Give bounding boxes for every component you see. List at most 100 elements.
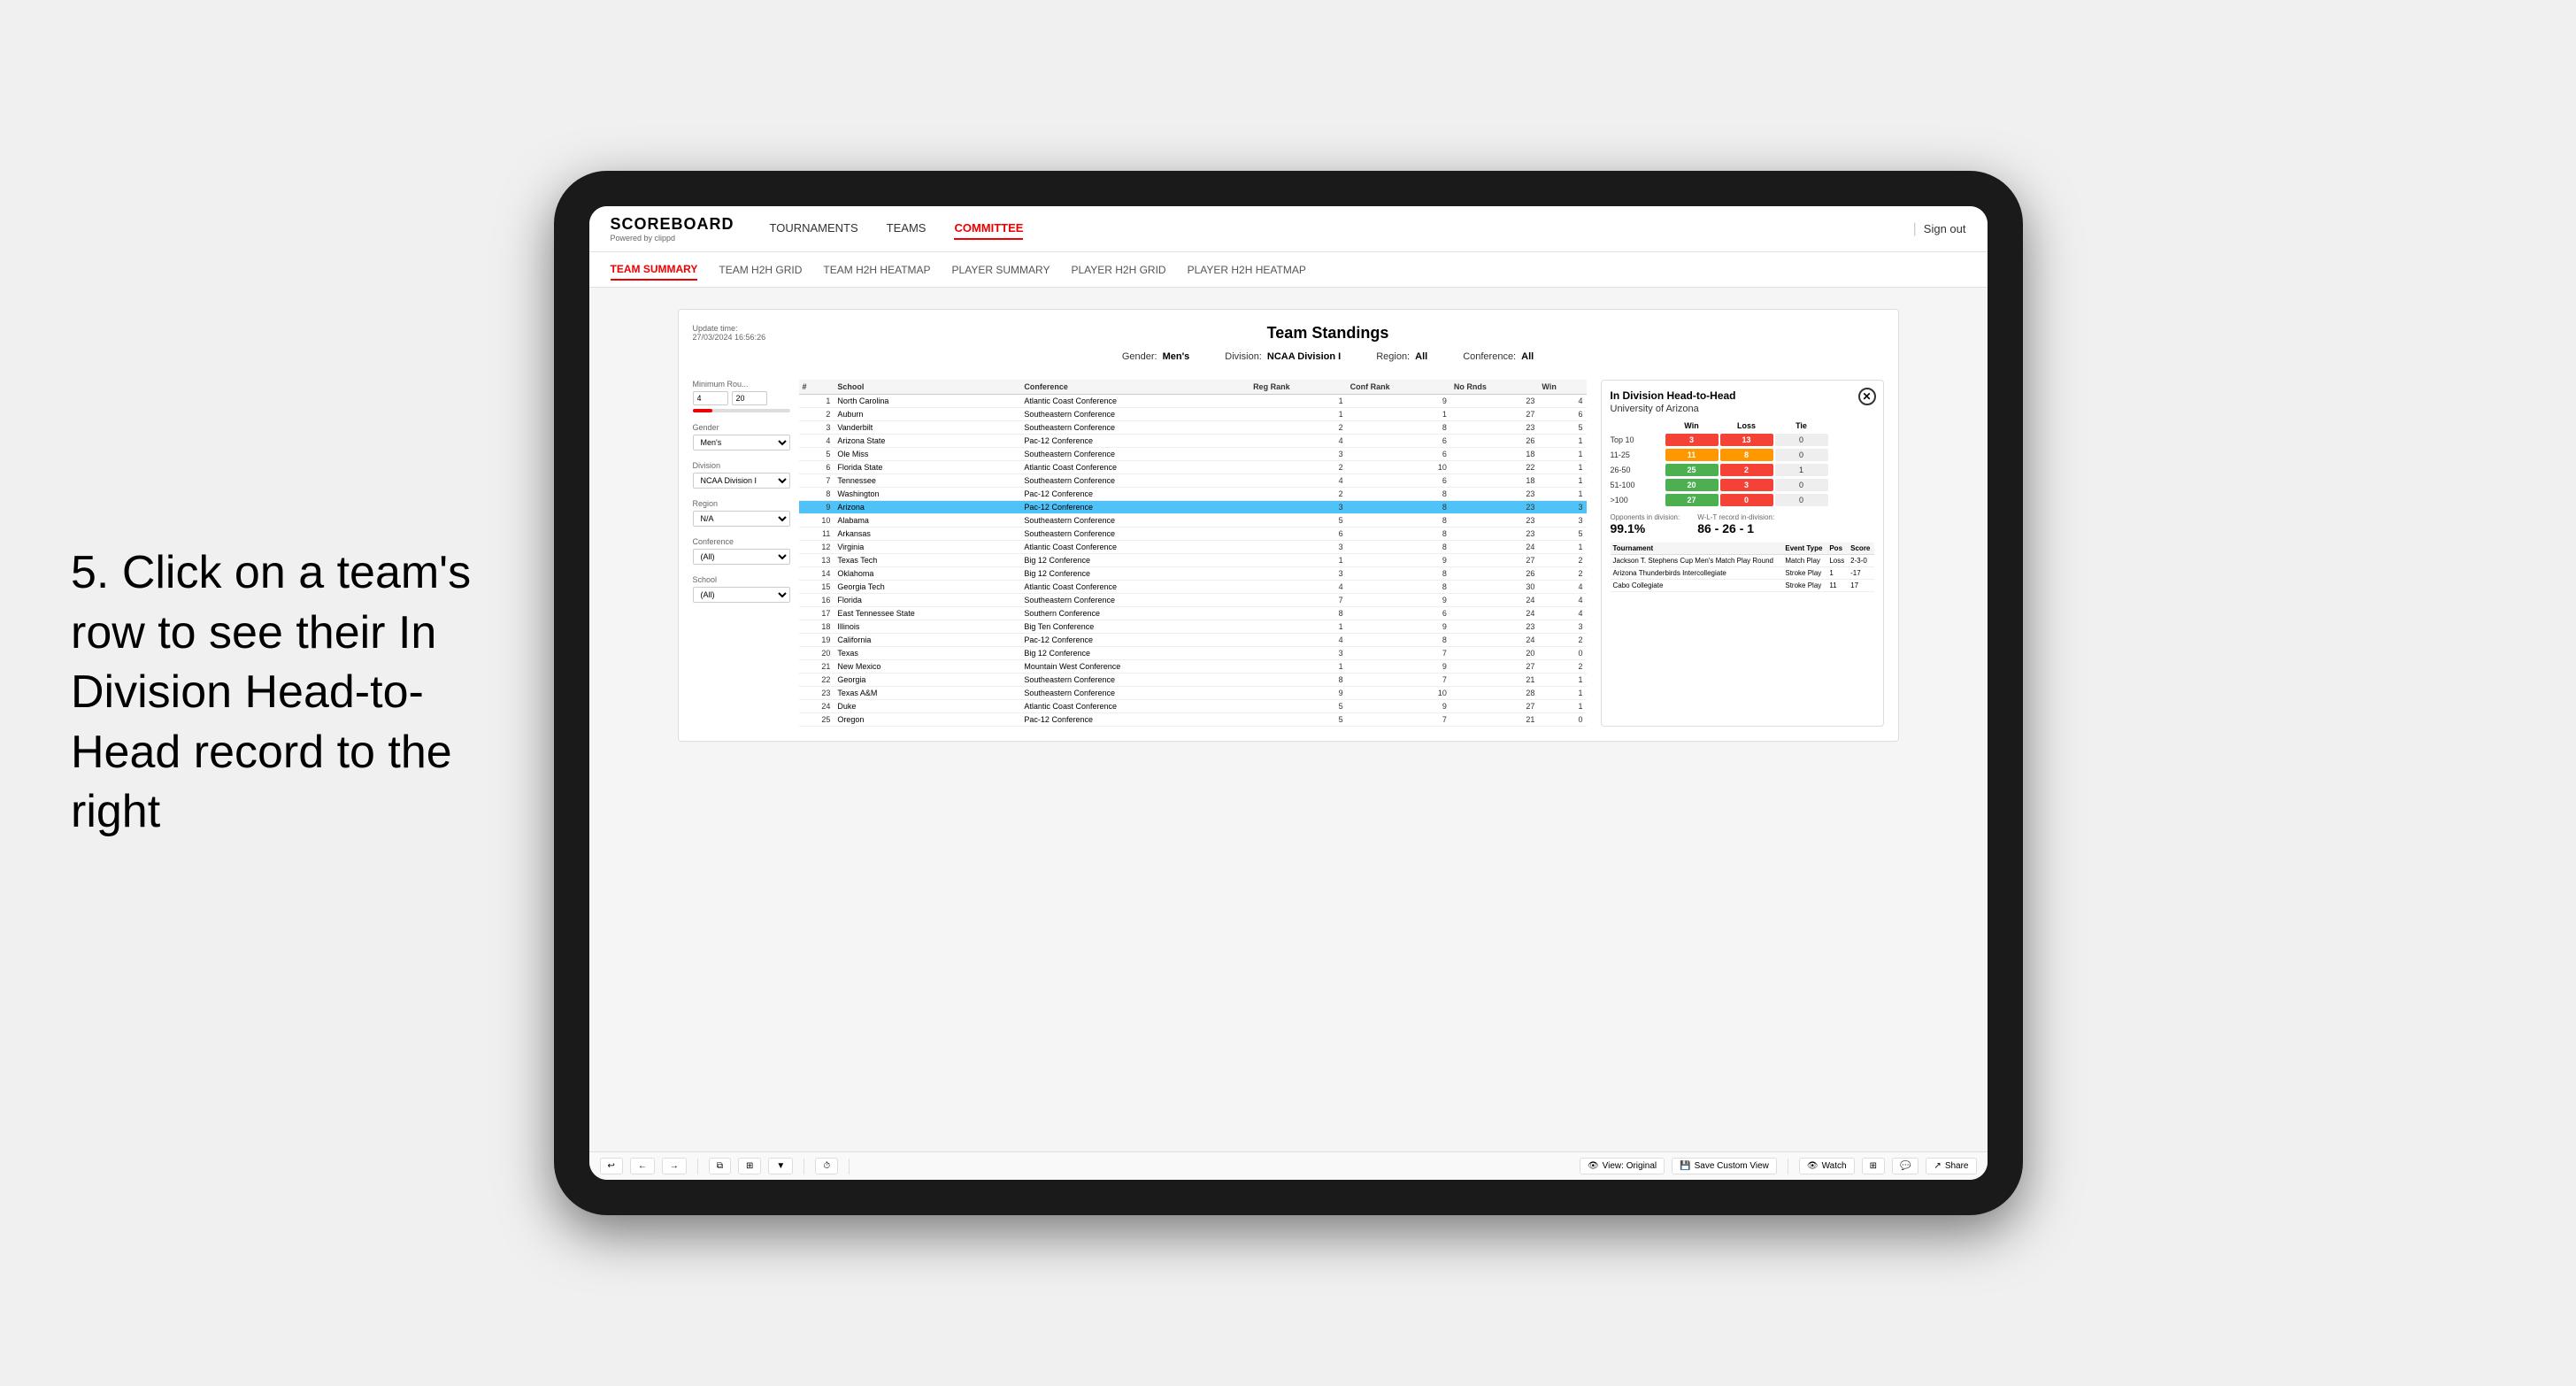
save-custom-button[interactable]: 💾 Save Custom View	[1672, 1158, 1777, 1174]
cell-conf-rank: 8	[1347, 634, 1450, 647]
table-row[interactable]: 19 California Pac-12 Conference 4 8 24 2	[799, 634, 1587, 647]
cell-reg-rank: 3	[1250, 541, 1347, 554]
table-row[interactable]: 24 Duke Atlantic Coast Conference 5 9 27…	[799, 700, 1587, 713]
table-row[interactable]: 17 East Tennessee State Southern Confere…	[799, 607, 1587, 620]
view-original-button[interactable]: 👁 View: Original	[1580, 1158, 1665, 1174]
school-select[interactable]: (All)	[693, 587, 790, 603]
table-row[interactable]: 25 Oregon Pac-12 Conference 5 7 21 0	[799, 713, 1587, 727]
gender-select[interactable]: Men's	[693, 435, 790, 450]
copy-button[interactable]: ⧉	[709, 1158, 731, 1174]
tournament-row: Cabo Collegiate Stroke Play 11 17	[1611, 580, 1874, 592]
cell-rank: 14	[799, 567, 834, 581]
nav-teams[interactable]: TEAMS	[887, 218, 927, 240]
tourn-col-score: Score	[1848, 543, 1873, 555]
h2h-range-label: 51-100	[1611, 481, 1664, 489]
sign-out-button[interactable]: Sign out	[1924, 222, 1966, 235]
cell-school: California	[834, 634, 1020, 647]
cell-no-rnds: 18	[1450, 448, 1539, 461]
cell-conference: Atlantic Coast Conference	[1020, 541, 1250, 554]
paste-button[interactable]: ⊞	[738, 1158, 761, 1174]
table-row[interactable]: 18 Illinois Big Ten Conference 1 9 23 3	[799, 620, 1587, 634]
cell-win: 1	[1538, 700, 1586, 713]
table-row[interactable]: 10 Alabama Southeastern Conference 5 8 2…	[799, 514, 1587, 527]
h2h-tie-value: 0	[1775, 479, 1828, 491]
close-button[interactable]: ✕	[1858, 388, 1876, 405]
h2h-win-value: 25	[1665, 464, 1719, 476]
region-filter: Region: All	[1376, 351, 1427, 362]
min-rounds-min[interactable]	[693, 391, 728, 405]
cell-rank: 15	[799, 581, 834, 594]
table-row[interactable]: 4 Arizona State Pac-12 Conference 4 6 26…	[799, 435, 1587, 448]
sub-nav-player-h2h-heatmap[interactable]: PLAYER H2H HEATMAP	[1188, 260, 1306, 280]
sub-nav-team-summary[interactable]: TEAM SUMMARY	[611, 259, 698, 281]
share-button[interactable]: ↗ Share	[1926, 1158, 1976, 1174]
cell-school: Washington	[834, 488, 1020, 501]
cell-conf-rank: 6	[1347, 435, 1450, 448]
conference-group: Conference (All)	[693, 537, 790, 565]
cell-school: Texas A&M	[834, 687, 1020, 700]
cell-rank: 6	[799, 461, 834, 474]
cell-reg-rank: 3	[1250, 567, 1347, 581]
table-row[interactable]: 22 Georgia Southeastern Conference 8 7 2…	[799, 674, 1587, 687]
conference-select[interactable]: (All)	[693, 549, 790, 565]
table-row[interactable]: 6 Florida State Atlantic Coast Conferenc…	[799, 461, 1587, 474]
cell-conference: Pac-12 Conference	[1020, 501, 1250, 514]
cell-rank: 24	[799, 700, 834, 713]
table-row[interactable]: 9 Arizona Pac-12 Conference 3 8 23 3	[799, 501, 1587, 514]
table-row[interactable]: 11 Arkansas Southeastern Conference 6 8 …	[799, 527, 1587, 541]
watch-button[interactable]: 👁 Watch	[1799, 1158, 1855, 1174]
table-row[interactable]: 7 Tennessee Southeastern Conference 4 6 …	[799, 474, 1587, 488]
nav-tournaments[interactable]: TOURNAMENTS	[770, 218, 858, 240]
min-rounds-max[interactable]	[732, 391, 767, 405]
redo-back-button[interactable]: ←	[630, 1158, 655, 1174]
cell-win: 1	[1538, 541, 1586, 554]
cell-school: Duke	[834, 700, 1020, 713]
h2h-loss-value: 3	[1720, 479, 1773, 491]
comment-button[interactable]: 💬	[1892, 1158, 1919, 1174]
sub-nav-player-h2h-grid[interactable]: PLAYER H2H GRID	[1071, 260, 1165, 280]
toolbar: ↩ ← → ⧉ ⊞ ▼ ⏱ 👁 View: Original 💾 Save Cu…	[589, 1151, 1988, 1180]
min-rounds-slider[interactable]	[693, 409, 790, 412]
cell-win: 0	[1538, 647, 1586, 660]
cell-win: 2	[1538, 660, 1586, 674]
redo-forward-button[interactable]: →	[662, 1158, 687, 1174]
cell-conference: Atlantic Coast Conference	[1020, 700, 1250, 713]
sub-nav-team-h2h-heatmap[interactable]: TEAM H2H HEATMAP	[823, 260, 930, 280]
table-row[interactable]: 2 Auburn Southeastern Conference 1 1 27 …	[799, 408, 1587, 421]
cell-school: East Tennessee State	[834, 607, 1020, 620]
table-row[interactable]: 1 North Carolina Atlantic Coast Conferen…	[799, 395, 1587, 408]
tourn-pos: 11	[1826, 580, 1848, 592]
table-row[interactable]: 20 Texas Big 12 Conference 3 7 20 0	[799, 647, 1587, 660]
table-row[interactable]: 3 Vanderbilt Southeastern Conference 2 8…	[799, 421, 1587, 435]
table-row[interactable]: 16 Florida Southeastern Conference 7 9 2…	[799, 594, 1587, 607]
cell-rank: 23	[799, 687, 834, 700]
h2h-tie-value: 0	[1775, 449, 1828, 461]
paste-more-button[interactable]: ▼	[768, 1158, 793, 1174]
h2h-range-label: Top 10	[1611, 435, 1664, 444]
undo-button[interactable]: ↩	[600, 1158, 623, 1174]
cell-rank: 22	[799, 674, 834, 687]
table-row[interactable]: 23 Texas A&M Southeastern Conference 9 1…	[799, 687, 1587, 700]
h2h-col-win: Win	[1665, 421, 1719, 430]
cell-reg-rank: 1	[1250, 660, 1347, 674]
sub-nav-team-h2h-grid[interactable]: TEAM H2H GRID	[719, 260, 802, 280]
table-row[interactable]: 21 New Mexico Mountain West Conference 1…	[799, 660, 1587, 674]
cell-conference: Southeastern Conference	[1020, 687, 1250, 700]
cell-conf-rank: 8	[1347, 514, 1450, 527]
table-row[interactable]: 15 Georgia Tech Atlantic Coast Conferenc…	[799, 581, 1587, 594]
region-select[interactable]: N/A	[693, 511, 790, 527]
nav-committee[interactable]: COMMITTEE	[954, 218, 1023, 240]
sub-nav-player-summary[interactable]: PLAYER SUMMARY	[952, 260, 1050, 280]
table-row[interactable]: 8 Washington Pac-12 Conference 2 8 23 1	[799, 488, 1587, 501]
table-row[interactable]: 12 Virginia Atlantic Coast Conference 3 …	[799, 541, 1587, 554]
col-no-rnds: No Rnds	[1450, 380, 1539, 395]
grid-button[interactable]: ⊞	[1862, 1158, 1885, 1174]
tourn-name: Cabo Collegiate	[1611, 580, 1783, 592]
h2h-row: 11-25 11 8 0	[1611, 449, 1874, 461]
cell-conf-rank: 10	[1347, 687, 1450, 700]
division-select[interactable]: NCAA Division I	[693, 473, 790, 489]
clock-button[interactable]: ⏱	[815, 1158, 838, 1174]
table-row[interactable]: 13 Texas Tech Big 12 Conference 1 9 27 2	[799, 554, 1587, 567]
table-row[interactable]: 5 Ole Miss Southeastern Conference 3 6 1…	[799, 448, 1587, 461]
table-row[interactable]: 14 Oklahoma Big 12 Conference 3 8 26 2	[799, 567, 1587, 581]
